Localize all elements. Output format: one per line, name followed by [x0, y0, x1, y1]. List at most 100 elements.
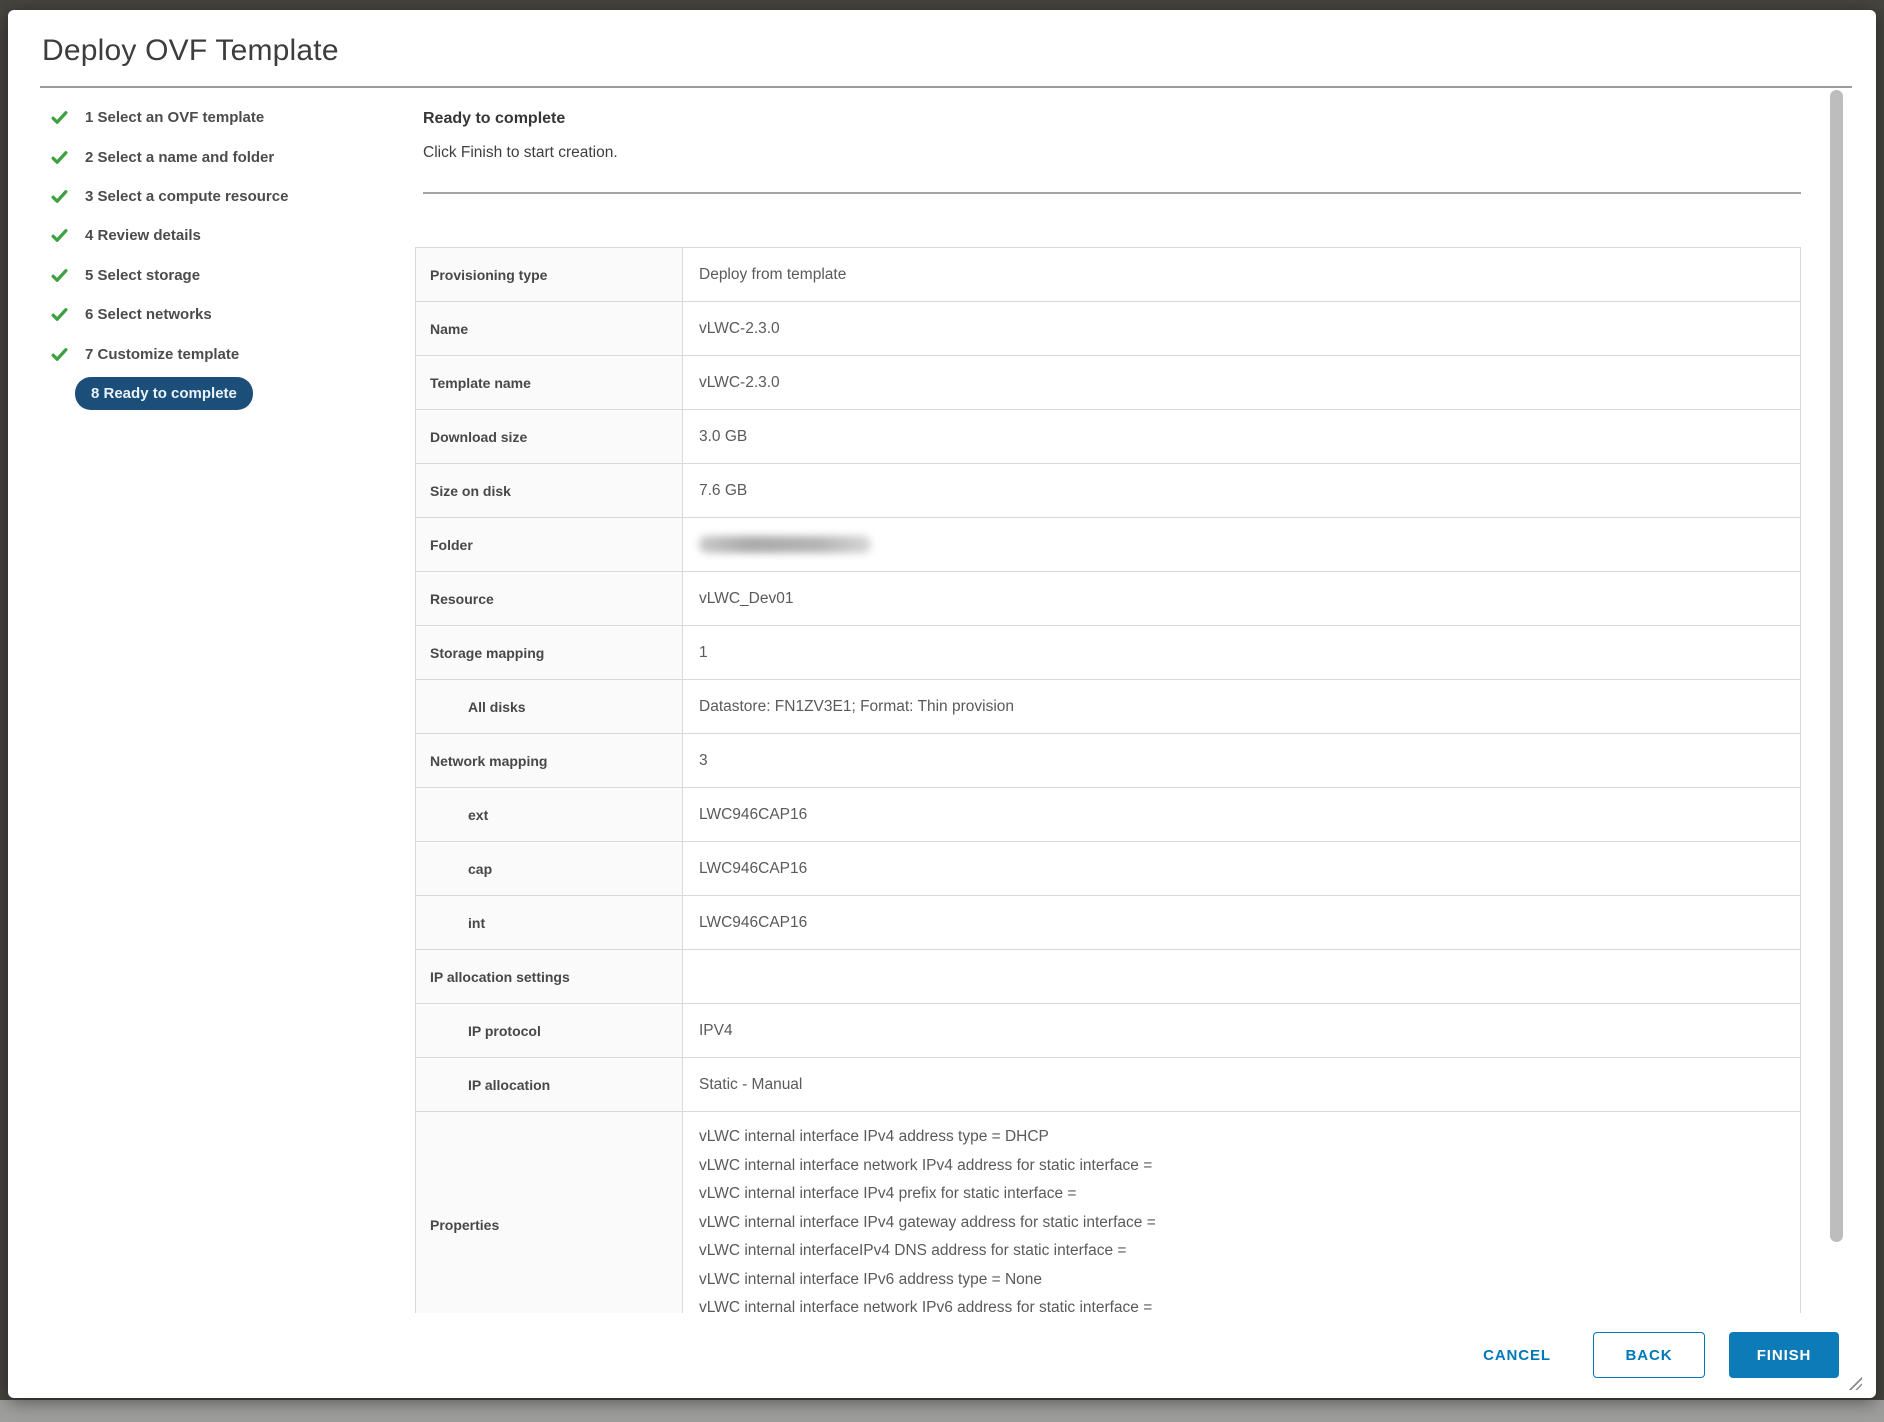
ready-to-complete-panel: Ready to complete Click Finish to start … [415, 100, 1801, 1313]
wizard-step-label: 2 Select a name and folder [85, 149, 274, 166]
check-icon [48, 225, 70, 247]
wizard-step[interactable]: 1 Select an OVF template [38, 98, 393, 137]
wizard-step[interactable]: 3 Select a compute resource [38, 177, 393, 216]
summary-table-row: Network mapping 3 [416, 734, 1801, 788]
dialog-title: Deploy OVF Template [42, 34, 339, 68]
vertical-scrollbar[interactable] [1830, 90, 1843, 1313]
summary-table-row: Folder [416, 518, 1801, 572]
cancel-button[interactable]: CANCEL [1465, 1332, 1569, 1378]
panel-divider [423, 192, 1801, 194]
wizard-step[interactable]: 5 Select storage [38, 256, 393, 295]
redacted-folder-value [699, 536, 871, 553]
summary-row-value: Static - Manual [683, 1058, 1801, 1112]
wizard-step-active[interactable]: 8 Ready to complete [38, 374, 393, 413]
check-icon [48, 343, 70, 365]
summary-row-value: 1 [683, 626, 1801, 680]
resize-handle-icon[interactable] [1847, 1375, 1862, 1390]
summary-row-label: Download size [416, 410, 683, 464]
summary-table-row: Properties vLWC internal interface IPv4 … [416, 1112, 1801, 1314]
summary-table-row: int LWC946CAP16 [416, 896, 1801, 950]
summary-row-label: All disks [416, 680, 683, 734]
check-icon [48, 304, 70, 326]
summary-row-label: IP protocol [416, 1004, 683, 1058]
summary-row-label: IP allocation settings [416, 950, 683, 1004]
check-icon [48, 185, 70, 207]
summary-row-value: LWC946CAP16 [683, 842, 1801, 896]
summary-row-value: IPV4 [683, 1004, 1801, 1058]
summary-table-row: cap LWC946CAP16 [416, 842, 1801, 896]
summary-row-label: Folder [416, 518, 683, 572]
summary-table-row: Resource vLWC_Dev01 [416, 572, 1801, 626]
summary-row-value: Deploy from template [683, 248, 1801, 302]
summary-row-value: vLWC-2.3.0 [683, 356, 1801, 410]
summary-row-value: vLWC internal interface IPv4 address typ… [683, 1112, 1801, 1314]
summary-row-value [683, 950, 1801, 1004]
summary-table-row: Download size 3.0 GB [416, 410, 1801, 464]
summary-row-label: Provisioning type [416, 248, 683, 302]
summary-row-value: 3 [683, 734, 1801, 788]
summary-row-label: IP allocation [416, 1058, 683, 1112]
summary-table-row: Name vLWC-2.3.0 [416, 302, 1801, 356]
summary-row-value: 3.0 GB [683, 410, 1801, 464]
wizard-step-label: 7 Customize template [85, 346, 239, 363]
summary-row-label: Size on disk [416, 464, 683, 518]
summary-table-row: Provisioning type Deploy from template [416, 248, 1801, 302]
check-icon [48, 146, 70, 168]
summary-row-value [683, 518, 1801, 572]
wizard-step-label: 3 Select a compute resource [85, 188, 288, 205]
wizard-step[interactable]: 7 Customize template [38, 334, 393, 373]
finish-button[interactable]: FINISH [1729, 1332, 1839, 1378]
wizard-step-label: 4 Review details [85, 227, 201, 244]
wizard-step-label: 1 Select an OVF template [85, 109, 264, 126]
summary-row-label: int [416, 896, 683, 950]
summary-table-row: All disks Datastore: FN1ZV3E1; Format: T… [416, 680, 1801, 734]
summary-row-label: Storage mapping [416, 626, 683, 680]
property-line: vLWC internal interface IPv4 gateway add… [699, 1209, 1788, 1238]
summary-table-row: Size on disk 7.6 GB [416, 464, 1801, 518]
summary-row-label: Template name [416, 356, 683, 410]
summary-row-label: ext [416, 788, 683, 842]
summary-table-row: Template name vLWC-2.3.0 [416, 356, 1801, 410]
check-icon [48, 107, 70, 129]
panel-subheading: Click Finish to start creation. [423, 144, 618, 162]
summary-row-value: vLWC_Dev01 [683, 572, 1801, 626]
property-line: vLWC internal interface IPv4 prefix for … [699, 1180, 1788, 1209]
summary-row-value: vLWC-2.3.0 [683, 302, 1801, 356]
panel-heading: Ready to complete [423, 110, 565, 128]
wizard-step-label: 6 Select networks [85, 306, 212, 323]
summary-row-label: Resource [416, 572, 683, 626]
summary-table-row: ext LWC946CAP16 [416, 788, 1801, 842]
property-line: vLWC internal interface IPv6 address typ… [699, 1266, 1788, 1295]
summary-table-row: IP protocol IPV4 [416, 1004, 1801, 1058]
summary-row-label: cap [416, 842, 683, 896]
summary-row-value: Datastore: FN1ZV3E1; Format: Thin provis… [683, 680, 1801, 734]
property-line: vLWC internal interface network IPv6 add… [699, 1294, 1788, 1313]
summary-row-label: Name [416, 302, 683, 356]
page-backdrop-bottom [0, 1400, 1884, 1422]
summary-row-label: Network mapping [416, 734, 683, 788]
wizard-step-label: 5 Select storage [85, 267, 200, 284]
deployment-summary-table: Provisioning type Deploy from template N… [415, 247, 1801, 1313]
deploy-ovf-dialog: Deploy OVF Template 1 Select an OVF temp… [8, 10, 1876, 1398]
summary-table-row: IP allocation settings [416, 950, 1801, 1004]
wizard-step[interactable]: 2 Select a name and folder [38, 137, 393, 176]
title-divider [40, 86, 1852, 88]
summary-table-row: IP allocation Static - Manual [416, 1058, 1801, 1112]
property-line: vLWC internal interface network IPv4 add… [699, 1152, 1788, 1181]
back-button[interactable]: BACK [1593, 1332, 1705, 1378]
wizard-step[interactable]: 6 Select networks [38, 295, 393, 334]
dialog-footer: CANCEL BACK FINISH [8, 1332, 1839, 1378]
summary-row-value: LWC946CAP16 [683, 788, 1801, 842]
summary-table-row: Storage mapping 1 [416, 626, 1801, 680]
summary-table-body: Provisioning type Deploy from template N… [416, 248, 1801, 1314]
summary-row-label: Properties [416, 1112, 683, 1314]
scrollbar-thumb[interactable] [1830, 90, 1843, 1242]
wizard-step-label: 8 Ready to complete [75, 377, 253, 410]
check-icon [48, 264, 70, 286]
wizard-step[interactable]: 4 Review details [38, 216, 393, 255]
property-line: vLWC internal interfaceIPv4 DNS address … [699, 1237, 1788, 1266]
wizard-steps-sidebar: 1 Select an OVF template 2 Select a name… [38, 98, 393, 413]
property-line: vLWC internal interface IPv4 address typ… [699, 1123, 1788, 1152]
summary-row-value: 7.6 GB [683, 464, 1801, 518]
summary-row-value: LWC946CAP16 [683, 896, 1801, 950]
